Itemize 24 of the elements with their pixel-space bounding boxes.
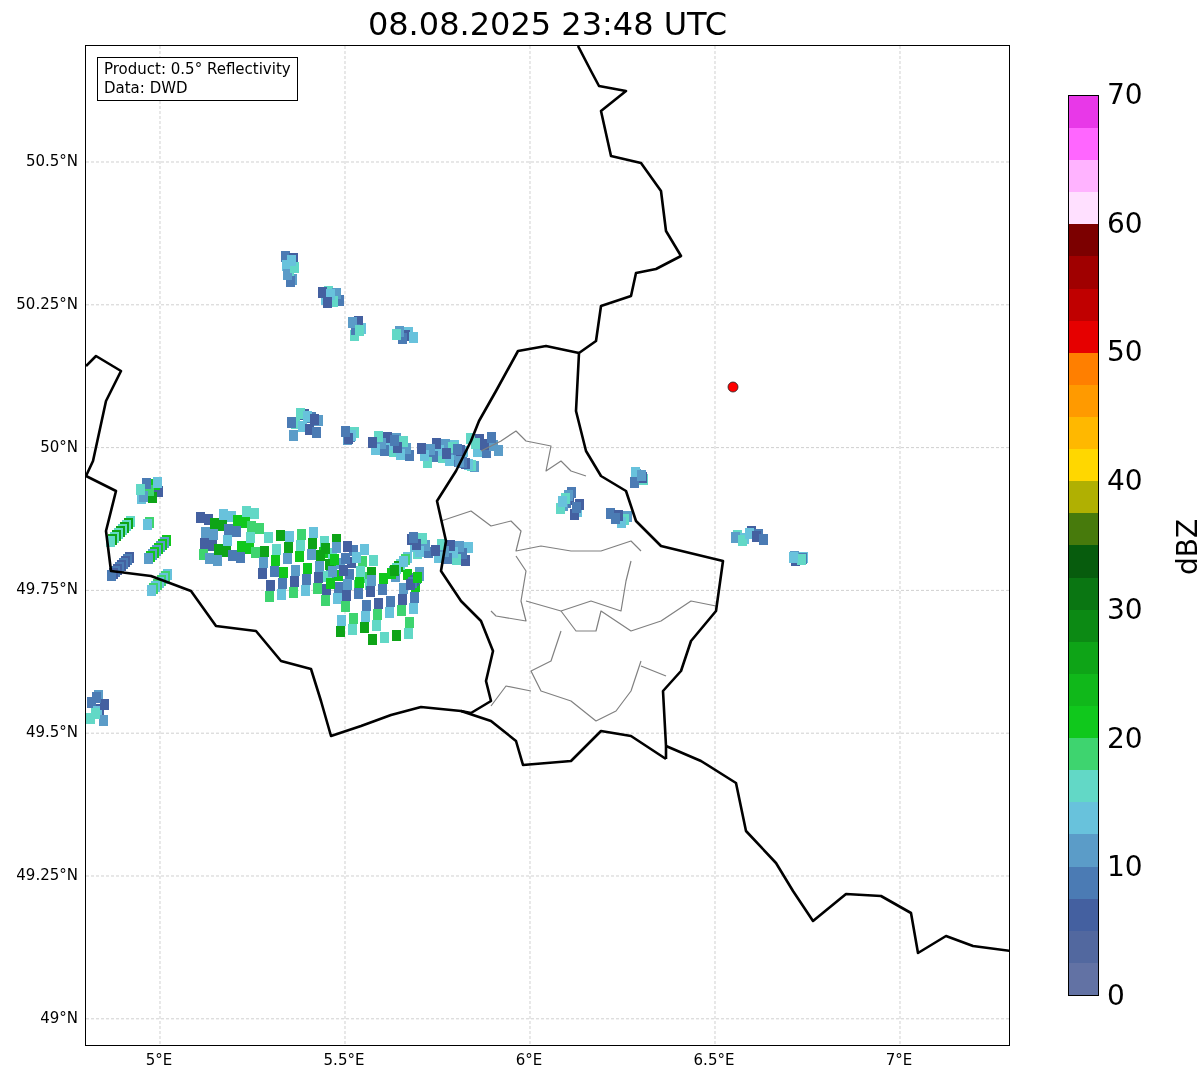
x-tick-label: 5.5°E bbox=[322, 1050, 366, 1070]
colorbar-tick-label: 60 bbox=[1107, 207, 1143, 240]
info-text: Data: DWD bbox=[104, 79, 189, 98]
colorbar-label: dBZ bbox=[1171, 518, 1202, 576]
y-tick-label: 50.25°N bbox=[15, 293, 78, 314]
colorbar-tick-label: 70 bbox=[1107, 79, 1143, 111]
info-text: Product: 0.5° Reflectivity bbox=[104, 60, 291, 79]
colorbar-tick-label: 0 bbox=[1107, 980, 1125, 1012]
colorbar-tick-label: 10 bbox=[1107, 851, 1143, 884]
colorbar-tick-label: 20 bbox=[1107, 722, 1143, 755]
y-tick-label: 50.5°N bbox=[24, 151, 78, 171]
chart-title: 08.08.2025 23:48 UTC bbox=[366, 4, 729, 44]
x-tick-label: 6°E bbox=[514, 1050, 544, 1070]
colorbar-tick-label: 40 bbox=[1107, 465, 1143, 498]
y-tick-label: 50°N bbox=[39, 436, 78, 457]
y-tick-label: 49.75°N bbox=[15, 579, 78, 600]
y-tick-label: 49.5°N bbox=[24, 722, 78, 743]
x-tick-label: 5°E bbox=[144, 1050, 174, 1070]
x-tick-label: 6.5°E bbox=[692, 1050, 736, 1070]
x-tick-label: 7°E bbox=[884, 1050, 914, 1070]
colorbar-tick-label: 50 bbox=[1107, 336, 1143, 369]
y-tick-label: 49°N bbox=[39, 1007, 78, 1028]
colorbar-tick-label: 30 bbox=[1107, 593, 1143, 626]
y-tick-label: 49.25°N bbox=[15, 865, 78, 885]
